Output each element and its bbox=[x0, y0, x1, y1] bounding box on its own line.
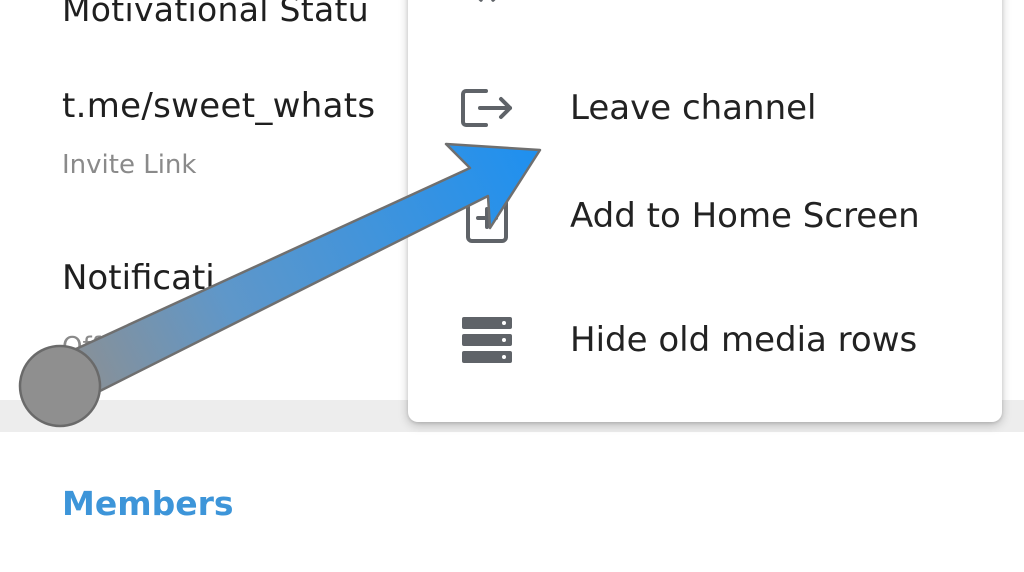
partial-icon bbox=[456, 0, 518, 15]
invite-link-caption: Invite Link bbox=[62, 150, 197, 180]
notifications-label[interactable]: Notificati bbox=[62, 258, 215, 298]
leave-icon bbox=[456, 77, 518, 139]
menu-item-partial[interactable] bbox=[408, 0, 1002, 34]
menu-item-leave-channel[interactable]: Leave channel bbox=[408, 58, 1002, 158]
invite-link[interactable]: t.me/sweet_whats bbox=[62, 86, 375, 126]
overflow-menu: Leave channel Add to Home Screen Hide ol… bbox=[408, 0, 1002, 422]
menu-item-label: Leave channel bbox=[570, 88, 817, 128]
menu-item-label: Hide old media rows bbox=[570, 320, 918, 360]
menu-item-add-home-screen[interactable]: Add to Home Screen bbox=[408, 166, 1002, 266]
stack-icon bbox=[456, 309, 518, 371]
members-header: Members bbox=[62, 484, 234, 523]
channel-title: Motivational Statu bbox=[62, 0, 369, 29]
menu-item-hide-old-media[interactable]: Hide old media rows bbox=[408, 290, 1002, 390]
add-home-icon bbox=[456, 185, 518, 247]
screen: Motivational Statu t.me/sweet_whats Invi… bbox=[0, 0, 1024, 572]
menu-item-label: Add to Home Screen bbox=[570, 196, 920, 236]
notifications-value: Off bbox=[62, 332, 101, 362]
